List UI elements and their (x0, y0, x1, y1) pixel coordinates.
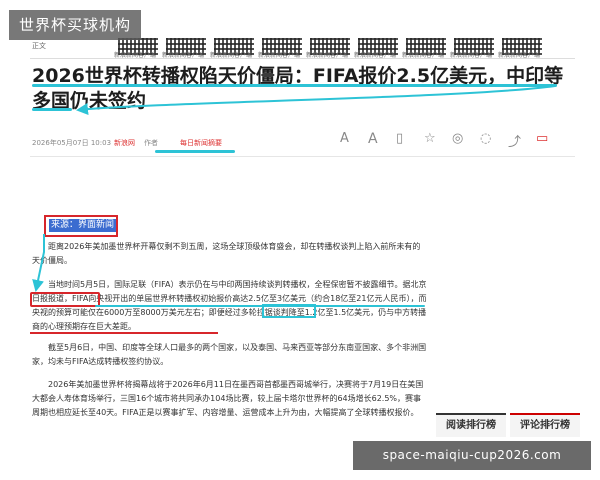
tab-comment-rank[interactable]: 评论排行榜 (510, 413, 580, 437)
tab-reading-rank[interactable]: 阅读排行榜 (436, 413, 506, 437)
arrow-icon (32, 234, 45, 292)
annotation-arrows (32, 85, 556, 292)
arrow-icon (76, 85, 556, 116)
url-banner: space-maiqiu-cup2026.com (353, 441, 591, 470)
